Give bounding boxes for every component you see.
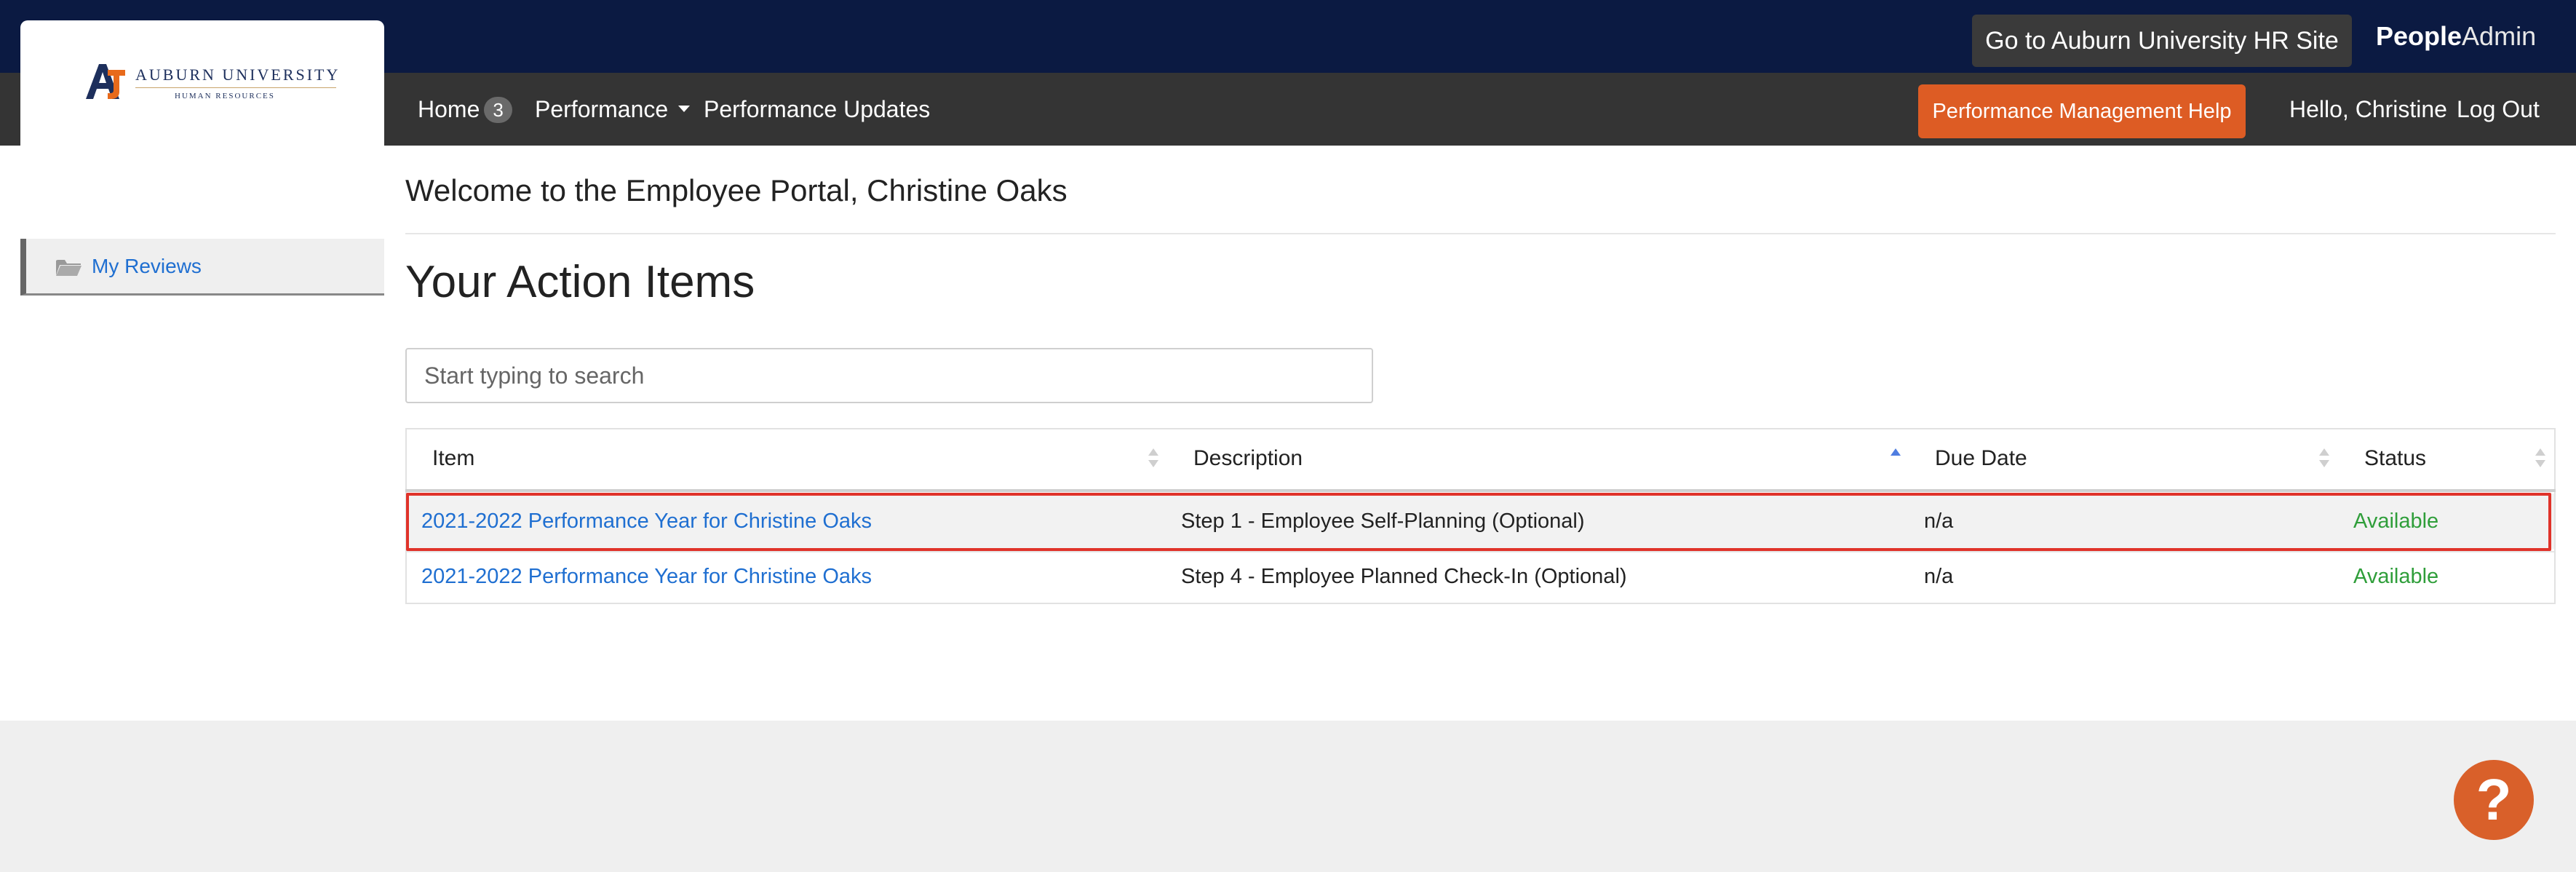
- sort-icon[interactable]: [1148, 448, 1158, 470]
- nav-home[interactable]: Home 3: [418, 73, 512, 146]
- welcome-heading: Welcome to the Employee Portal, Christin…: [405, 173, 1068, 207]
- caret-down-icon: [678, 106, 691, 113]
- auburn-logo[interactable]: AUBURN UNIVERSITY HUMAN RESOURCES: [20, 20, 384, 146]
- sort-icon[interactable]: [2319, 448, 2329, 470]
- brand-light: Admin: [2462, 21, 2537, 51]
- row-divider: [407, 551, 2554, 552]
- logout-link[interactable]: Log Out: [2457, 73, 2540, 146]
- performance-help-button[interactable]: Performance Management Help: [1918, 84, 2246, 138]
- logo-university-name: AUBURN UNIVERSITY: [135, 66, 341, 84]
- nav-performance-label: Performance: [535, 96, 669, 122]
- logo-divider: [135, 87, 336, 88]
- row-item-link[interactable]: 2021-2022 Performance Year for Christine…: [421, 562, 872, 591]
- nav-home-label: Home: [418, 96, 480, 122]
- peopleadmin-brand: PeopleAdmin: [2376, 20, 2536, 52]
- divider: [405, 233, 2556, 234]
- row-due-date: n/a: [1924, 565, 1954, 588]
- page-footer: [0, 721, 2576, 872]
- hr-site-button[interactable]: Go to Auburn University HR Site: [1972, 15, 2352, 67]
- user-greeting: Hello, Christine: [2289, 96, 2447, 122]
- brand-bold: People: [2376, 21, 2462, 51]
- search-input[interactable]: [405, 348, 1373, 403]
- column-header-item[interactable]: Item: [432, 444, 474, 473]
- column-header-due-date[interactable]: Due Date: [1935, 444, 2027, 473]
- home-count-badge: 3: [484, 96, 512, 123]
- au-monogram-icon: [86, 64, 125, 99]
- sort-icon[interactable]: [2535, 448, 2545, 470]
- table-header-divider: [405, 489, 2556, 492]
- page-title: Your Action Items: [405, 257, 755, 307]
- column-header-description[interactable]: Description: [1193, 444, 1303, 473]
- row-description: Step 4 - Employee Planned Check-In (Opti…: [1181, 565, 1627, 588]
- help-question-icon[interactable]: ?: [2454, 760, 2534, 840]
- nav-performance-dropdown[interactable]: Performance: [535, 73, 691, 146]
- folder-open-icon: [56, 260, 82, 276]
- sort-ascending-icon[interactable]: [1891, 448, 1901, 470]
- row-highlight-box: [406, 493, 2551, 551]
- sidebar-item-label: My Reviews: [92, 255, 202, 277]
- row-status: Available: [2353, 565, 2439, 588]
- sidebar-item-my-reviews[interactable]: My Reviews: [20, 239, 384, 296]
- column-header-status[interactable]: Status: [2364, 444, 2426, 473]
- nav-performance-updates[interactable]: Performance Updates: [704, 73, 930, 146]
- logo-department: HUMAN RESOURCES: [175, 92, 275, 100]
